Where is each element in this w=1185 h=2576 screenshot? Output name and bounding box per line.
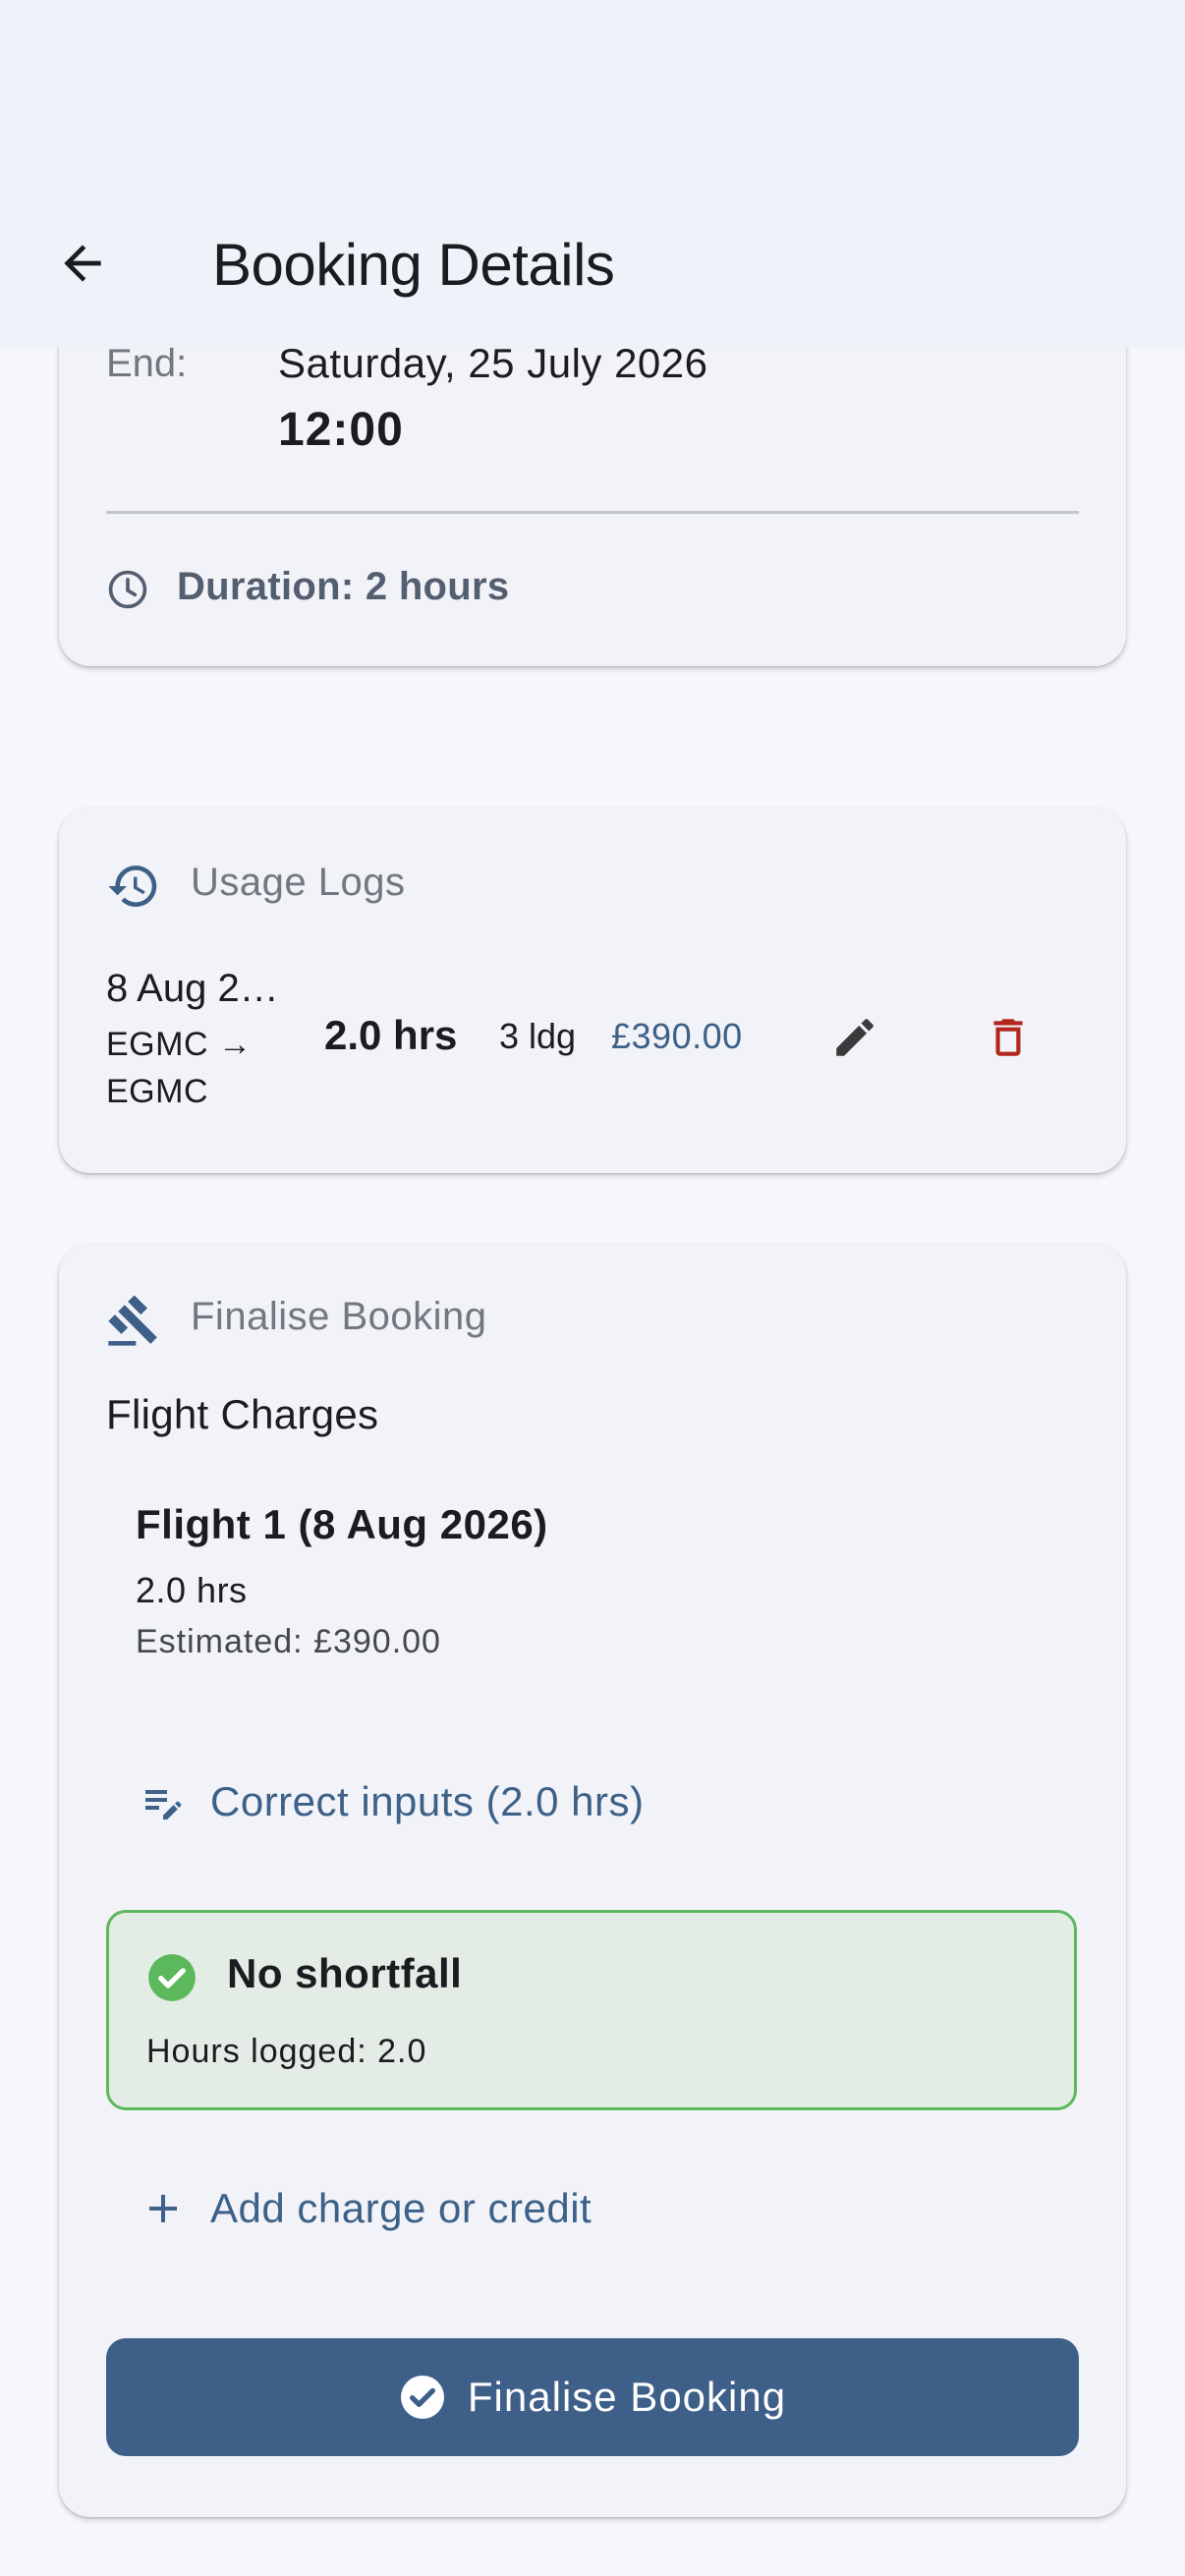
log-date: 8 Aug 2… — [106, 967, 279, 1010]
delete-log-button[interactable] — [969, 998, 1047, 1077]
finalise-button-label: Finalise Booking — [467, 2374, 787, 2420]
clock-icon — [106, 568, 149, 611]
log-cost: £390.00 — [611, 1016, 743, 1056]
shortfall-status: No shortfall Hours logged: 2.0 — [106, 1910, 1077, 2110]
top-app-bar: Booking Details — [0, 0, 1185, 348]
edit-note-icon — [145, 1790, 182, 1820]
usage-logs-card: Usage Logs 8 Aug 2… EGMC → EGMC 2.0 hrs … — [59, 808, 1126, 1173]
arrow-left-icon — [64, 245, 101, 282]
log-route: EGMC — [106, 1073, 208, 1110]
flight-hours: 2.0 hrs — [136, 1570, 248, 1610]
status-title: No shortfall — [227, 1950, 463, 1996]
divider — [106, 511, 1079, 514]
flight-estimated: Estimated: £390.00 — [136, 1623, 441, 1660]
finalise-card: Finalise Booking Flight Charges Flight 1… — [59, 1244, 1126, 2517]
trash-icon — [993, 1019, 1023, 1056]
edit-log-button[interactable] — [816, 998, 894, 1077]
duration-text: Duration: 2 hours — [177, 565, 510, 608]
status-detail: Hours logged: 2.0 — [146, 2033, 427, 2070]
add-charge-button[interactable]: Add charge or credit — [140, 2173, 592, 2244]
log-route: EGMC → — [106, 1026, 253, 1063]
flight-title: Flight 1 (8 Aug 2026) — [136, 1501, 548, 1547]
log-hours: 2.0 hrs — [324, 1012, 458, 1058]
flight-charge-item: Flight 1 (8 Aug 2026) 2.0 hrs Estimated:… — [59, 1244, 1126, 1696]
check-circle-icon — [400, 2376, 444, 2419]
plus-icon — [149, 2195, 177, 2222]
check-circle-icon — [146, 1952, 198, 2003]
end-label: End: — [106, 342, 188, 385]
end-time: 12:00 — [278, 404, 404, 456]
back-button[interactable] — [47, 228, 118, 299]
correct-inputs-label: Correct inputs (2.0 hrs) — [210, 1778, 645, 1824]
log-landings: 3 ldg — [499, 1016, 577, 1056]
pencil-icon — [836, 1019, 874, 1056]
add-charge-label: Add charge or credit — [210, 2185, 592, 2231]
finalise-booking-button[interactable]: Finalise Booking — [106, 2338, 1079, 2456]
page-title: Booking Details — [212, 232, 615, 298]
correct-inputs-button[interactable]: Correct inputs (2.0 hrs) — [140, 1766, 644, 1837]
list-item[interactable]: 8 Aug 2… EGMC → EGMC 2.0 hrs 3 ldg £390.… — [59, 808, 1126, 1173]
